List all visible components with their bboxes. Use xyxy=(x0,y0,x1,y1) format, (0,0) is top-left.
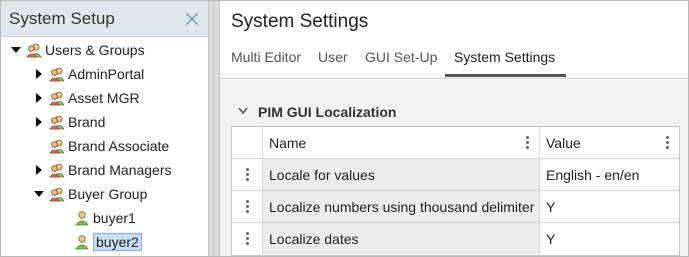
tree-node[interactable]: Asset MGR xyxy=(34,87,140,109)
panel-header: System Setup xyxy=(1,1,208,37)
column-menu-icon[interactable] xyxy=(526,136,529,149)
system-settings-panel: System Settings Multi Editor User GUI Se… xyxy=(220,1,688,256)
table-row[interactable]: Locale for values English - en/en xyxy=(232,159,679,191)
column-header-value[interactable]: Value xyxy=(540,127,679,158)
table-row[interactable]: Localize numbers using thousand delimite… xyxy=(232,191,679,223)
collapsed-arrow-icon[interactable] xyxy=(36,165,42,175)
expanded-arrow-icon[interactable] xyxy=(11,47,21,53)
panel-splitter[interactable] xyxy=(208,1,220,256)
group-icon xyxy=(49,90,65,106)
tree-node-label: AdminPortal xyxy=(68,66,145,82)
column-menu-icon[interactable] xyxy=(666,136,669,149)
tab-multi-editor[interactable]: Multi Editor xyxy=(231,49,301,65)
tree-node-label: Brand Managers xyxy=(68,162,172,178)
tab-user[interactable]: User xyxy=(318,49,348,65)
tree-node-label: Brand Associate xyxy=(68,138,170,154)
tree-node[interactable]: Users & Groups xyxy=(11,39,145,61)
page-title: System Settings xyxy=(231,11,369,32)
table-row[interactable]: Localize dates Y xyxy=(232,223,679,255)
column-header-name[interactable]: Name xyxy=(263,127,540,158)
group-icon xyxy=(49,138,65,154)
tree-node-label: buyer1 xyxy=(93,210,136,226)
tree-node-label: Brand xyxy=(68,114,106,130)
setting-name: Localize numbers using thousand delimite… xyxy=(263,191,540,222)
row-drag-handle-icon[interactable] xyxy=(232,159,263,190)
setting-value[interactable]: Y xyxy=(540,223,679,254)
tree-node[interactable]: buyer2 xyxy=(59,231,142,253)
tree-node[interactable]: buyer1 xyxy=(59,207,136,229)
row-drag-handle-icon[interactable] xyxy=(232,223,263,254)
tree-node[interactable]: Brand Managers xyxy=(34,159,172,181)
section-title: PIM GUI Localization xyxy=(258,104,397,120)
tree-node-label: Users & Groups xyxy=(45,42,145,58)
tree-node-label: Buyer Group xyxy=(68,186,148,202)
setting-value[interactable]: English - en/en xyxy=(540,159,679,190)
tree-node-label: Asset MGR xyxy=(68,90,140,106)
grip-column-header xyxy=(232,127,263,158)
setting-name: Localize dates xyxy=(263,223,540,254)
table-header: Name Value xyxy=(232,127,679,159)
group-icon xyxy=(49,66,65,82)
tree-node[interactable]: Brand Associate xyxy=(34,135,169,157)
tab-gui-set-up[interactable]: GUI Set-Up xyxy=(365,49,437,65)
group-icon xyxy=(49,162,65,178)
setting-name: Locale for values xyxy=(263,159,540,190)
collapsed-arrow-icon[interactable] xyxy=(36,69,42,79)
expanded-arrow-icon[interactable] xyxy=(34,191,44,197)
group-icon xyxy=(49,186,65,202)
active-tab-indicator xyxy=(445,74,566,77)
collapsed-arrow-icon[interactable] xyxy=(36,117,42,127)
close-icon[interactable] xyxy=(182,9,202,29)
tab-system-settings[interactable]: System Settings xyxy=(454,49,555,65)
tree-node[interactable]: AdminPortal xyxy=(34,63,144,85)
row-drag-handle-icon[interactable] xyxy=(232,191,263,222)
tree-node[interactable]: Buyer Group xyxy=(34,183,147,205)
panel-title: System Setup xyxy=(9,9,115,28)
tree-node-label: buyer2 xyxy=(93,233,142,251)
localization-table: Name Value Locale for values English - e… xyxy=(231,126,680,256)
user-icon xyxy=(74,210,90,226)
chevron-down-icon[interactable] xyxy=(237,106,249,116)
tree-node[interactable]: Brand xyxy=(34,111,105,133)
collapsed-arrow-icon[interactable] xyxy=(36,93,42,103)
setting-value[interactable]: Y xyxy=(540,191,679,222)
system-setup-panel: System Setup Users & Groups AdminPortal As… xyxy=(1,1,208,256)
user-icon xyxy=(74,234,90,250)
group-icon xyxy=(26,42,42,58)
group-icon xyxy=(49,114,65,130)
settings-content: PIM GUI Localization Name Value Locale f… xyxy=(220,80,688,256)
